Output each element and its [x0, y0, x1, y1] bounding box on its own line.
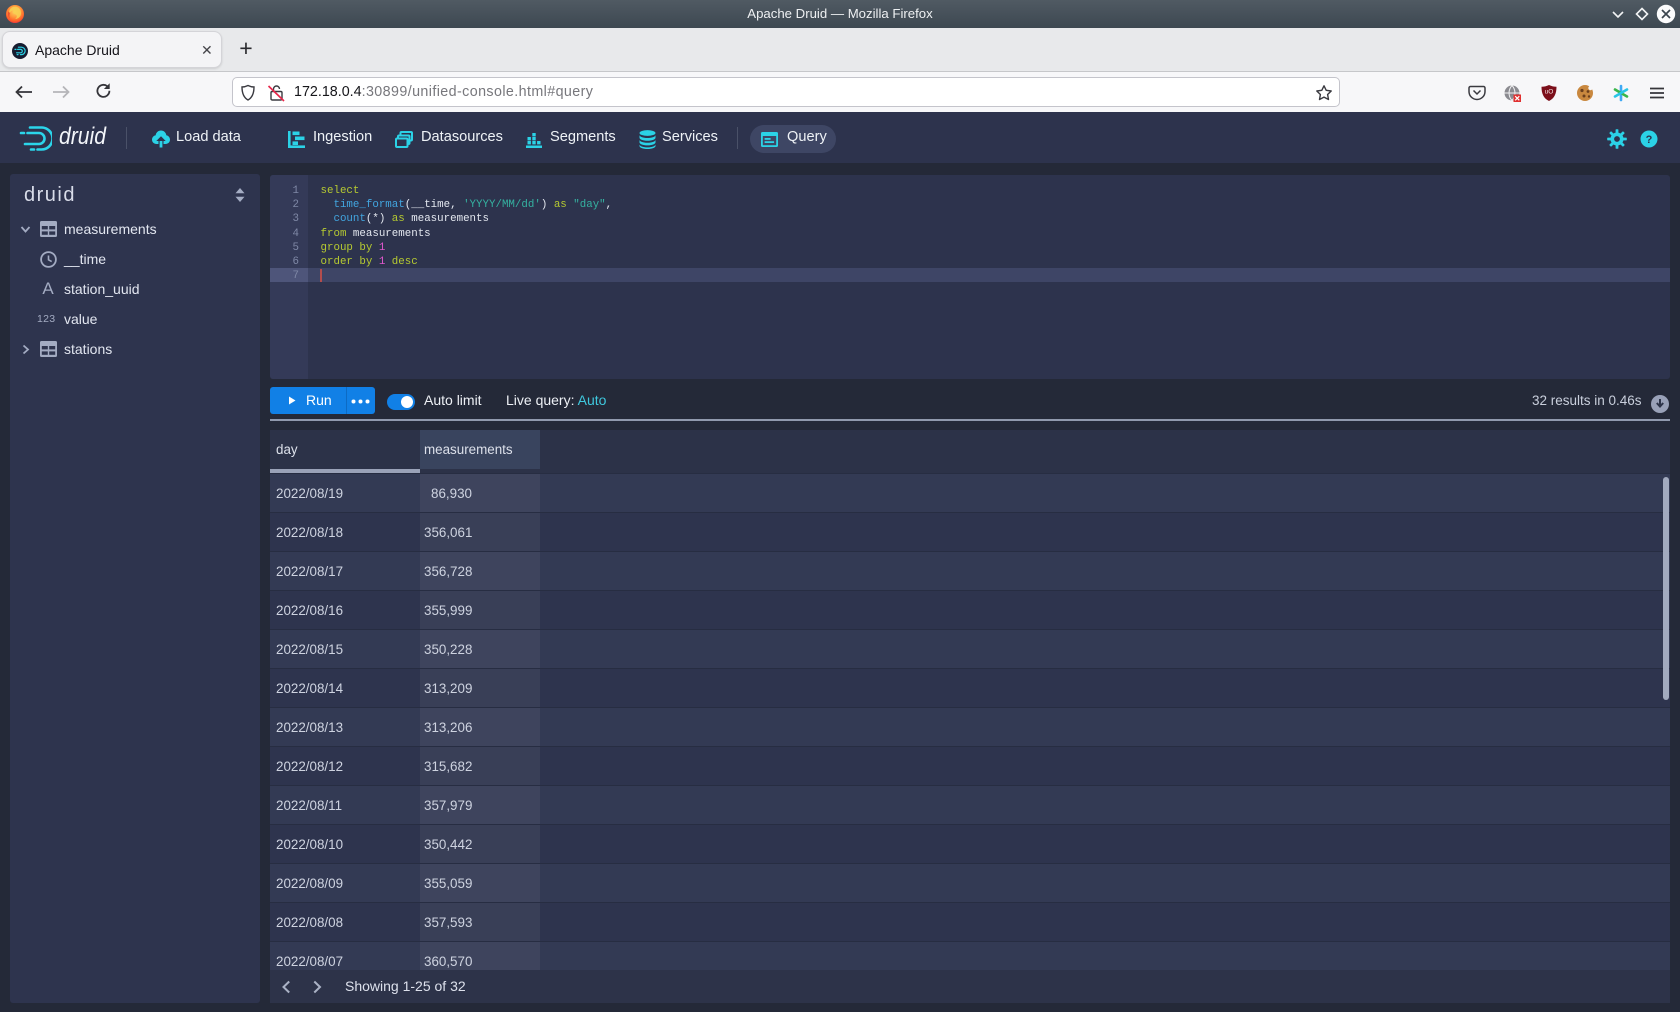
- svg-text:uO: uO: [1545, 89, 1554, 96]
- svg-text:?: ?: [1646, 134, 1653, 146]
